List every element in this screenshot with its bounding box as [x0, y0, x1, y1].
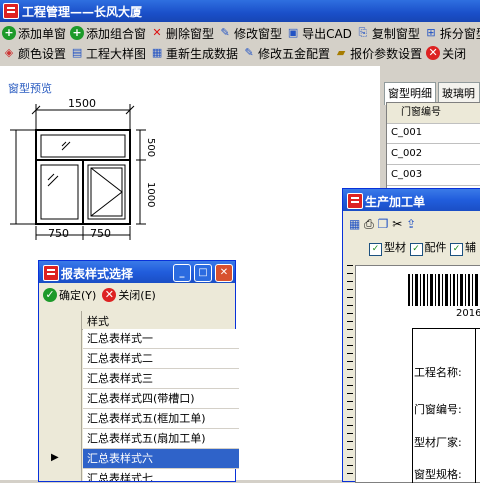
split-window-button[interactable]: ⊞拆分窗型	[424, 25, 480, 42]
style-list-item[interactable]: 汇总表样式三	[45, 369, 239, 390]
production-order-window: 生产加工单 ▦ ⎙ ❐ ✂ ⇪ ✓ 型材 ✓ 配件 ✓ 辅 2016 工程名称:…	[342, 188, 480, 483]
production-checks: ✓ 型材 ✓ 配件 ✓ 辅	[369, 239, 476, 256]
barcode	[408, 274, 478, 306]
field-project-name: 工程名称:	[414, 366, 462, 379]
split-icon: ⊞	[426, 26, 436, 39]
main-title-bar: 工程管理——长风大厦	[0, 0, 480, 22]
maximize-button[interactable]: □	[194, 264, 212, 282]
dim-right-top: 500	[145, 138, 156, 158]
edit-icon: ✎	[244, 46, 254, 59]
folder-icon: ▰	[336, 46, 346, 59]
grid-row[interactable]: C_002	[387, 144, 480, 165]
style-list-header: 样式	[45, 311, 235, 330]
regenerate-data-button[interactable]: ▦ 重新生成数据	[150, 45, 238, 62]
style-list-item-selected[interactable]: ▶ 汇总表样式六	[45, 449, 239, 470]
check-icon: ✓	[43, 288, 57, 302]
production-toolbar: ▦ ⎙ ❐ ✂ ⇪	[349, 217, 416, 232]
print-sheet: 2016 工程名称: 门窗编号: 型材厂家: 窗型规格:	[355, 265, 480, 483]
close-button[interactable]: ✕	[215, 264, 233, 282]
style-list-item[interactable]: 汇总表样式五(扇加工单)	[45, 429, 239, 450]
app-icon	[3, 3, 19, 19]
row-pointer-icon: ▶	[51, 452, 59, 463]
dialog-title-bar: 报表样式选择 _ □ ✕	[39, 261, 235, 283]
minimize-button[interactable]: _	[173, 264, 191, 282]
checkbox-checked: ✓	[369, 243, 382, 256]
export-icon: ▣	[287, 26, 299, 39]
project-drawing-button[interactable]: ▤ 工程大样图	[70, 45, 146, 62]
palette-icon: ◈	[4, 46, 14, 59]
quote-params-button[interactable]: ▰ 报价参数设置	[334, 45, 422, 62]
style-list-item[interactable]: 汇总表样式五(框加工单)	[45, 409, 239, 430]
grid-header: 门窗编号	[387, 103, 480, 124]
checkbox-checked: ✓	[450, 243, 463, 256]
dim-right-bottom: 1000	[145, 182, 156, 208]
window-drawing	[10, 104, 146, 240]
tools-icon[interactable]: ✂	[392, 217, 402, 231]
ok-button[interactable]: ✓ 确定(Y)	[43, 287, 96, 303]
edit-window-button[interactable]: ✎ 修改窗型	[218, 25, 282, 42]
copy-window-button[interactable]: ⎘ 复制窗型	[356, 25, 420, 42]
add-window-button[interactable]: + 添加单窗	[2, 25, 66, 42]
production-title-bar: 生产加工单	[343, 189, 480, 211]
barcode-text: 2016	[456, 308, 480, 319]
add-icon: +	[70, 26, 85, 40]
style-list-item[interactable]: 汇总表样式七	[45, 469, 235, 481]
check-parts[interactable]: ✓ 配件	[409, 241, 447, 256]
add-combo-window-button[interactable]: + 添加组合窗	[70, 25, 146, 42]
close-button[interactable]: ✕ 关闭	[426, 45, 466, 62]
window-title: 工程管理——长风大厦	[22, 5, 143, 19]
copy-icon: ⎘	[358, 26, 368, 39]
grid-icon[interactable]: ▦	[349, 217, 360, 231]
toolbar-row-1: + 添加单窗 + 添加组合窗 ✕ 删除窗型 ✎ 修改窗型 ▣ 导出CAD ⎘ 复制窗型 ⊞ 拆…	[2, 23, 480, 43]
detail-tabs: 窗型明细 玻璃明细	[384, 82, 480, 116]
edit-hardware-button[interactable]: ✎ 修改五金配置	[242, 45, 330, 62]
delete-icon: ✕	[152, 26, 162, 39]
drawing-icon: ▤	[71, 46, 83, 59]
book-icon[interactable]: ❐	[378, 217, 389, 231]
dim-bottom-right: 750	[90, 227, 111, 240]
grid-row[interactable]: C_003	[387, 165, 480, 186]
field-profile-vendor: 型材厂家:	[414, 436, 462, 449]
add-icon: +	[2, 26, 16, 40]
field-window-id: 门窗编号:	[414, 403, 462, 416]
check-profile[interactable]: ✓ 型材	[369, 241, 406, 256]
app-icon	[43, 265, 59, 281]
export-icon[interactable]: ⇪	[406, 217, 416, 231]
style-list-item[interactable]: 汇总表样式二	[45, 349, 239, 370]
dim-bottom-left: 750	[48, 227, 69, 240]
style-list-item[interactable]: 汇总表样式一	[45, 329, 239, 350]
edit-icon: ✎	[220, 26, 230, 39]
dialog-toolbar: ✓ 确定(Y) ✕ 关闭(E)	[43, 287, 156, 303]
vertical-ruler	[347, 265, 353, 481]
dim-top: 1500	[68, 97, 96, 110]
color-settings-button[interactable]: ◈ 颜色设置	[2, 45, 66, 62]
app-icon	[347, 193, 363, 209]
table-icon: ▦	[151, 46, 163, 59]
export-cad-button[interactable]: ▣ 导出CAD	[286, 25, 352, 42]
toolbar-row-2: ◈ 颜色设置 ▤ 工程大样图 ▦ 重新生成数据 ✎ 修改五金配置 ▰ 报价参数设置 ✕ 关闭	[2, 43, 470, 63]
delete-window-button[interactable]: ✕ 删除窗型	[150, 25, 214, 42]
grid-row[interactable]: C_001	[387, 123, 480, 144]
style-list-item[interactable]: 汇总表样式四(带槽口)	[45, 389, 239, 410]
close-icon: ✕	[102, 288, 117, 302]
dialog-close-button[interactable]: ✕ 关闭(E)	[102, 287, 156, 303]
check-aux[interactable]: ✓ 辅	[450, 241, 476, 256]
report-style-dialog: 报表样式选择 _ □ ✕ ✓ 确定(Y) ✕ 关闭(E) 样式 汇总表样式一 汇总表…	[38, 260, 239, 482]
checkbox-checked: ✓	[409, 243, 423, 256]
close-icon: ✕	[426, 46, 441, 60]
print-icon[interactable]: ⎙	[364, 217, 374, 231]
